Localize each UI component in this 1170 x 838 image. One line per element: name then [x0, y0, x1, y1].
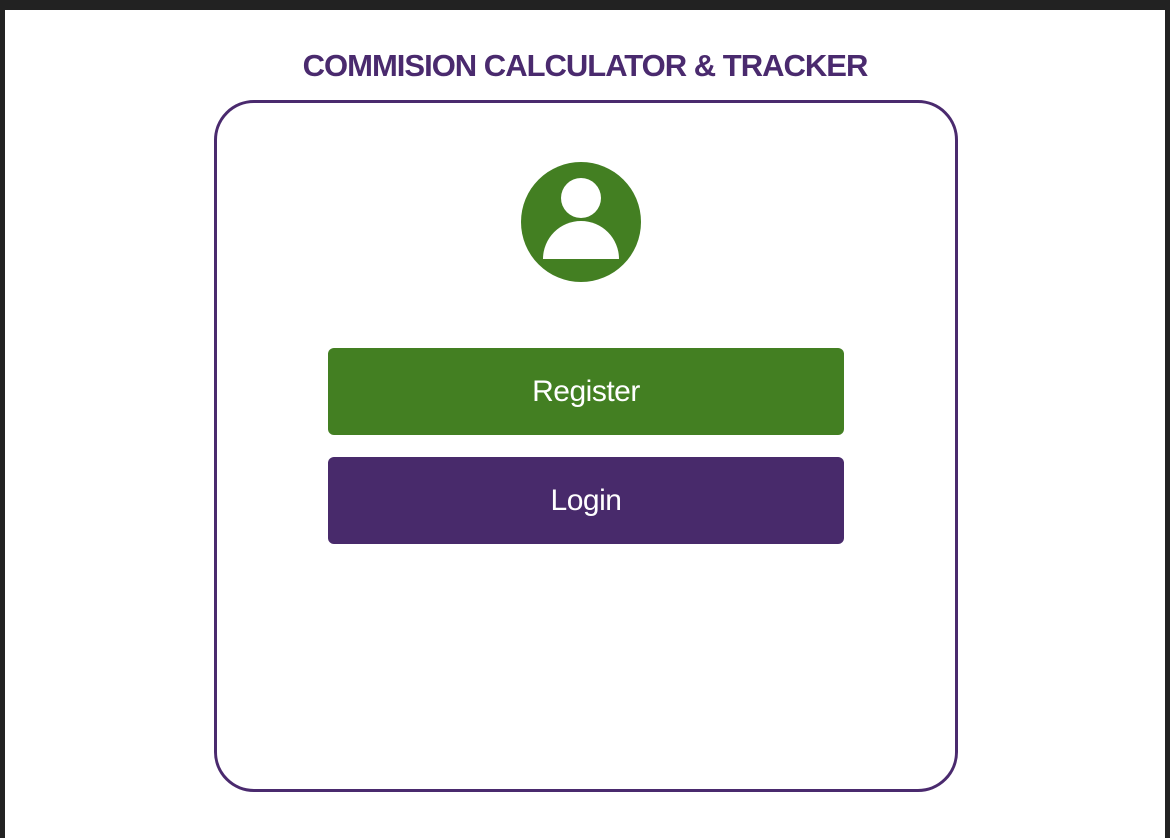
login-button[interactable]: Login — [328, 457, 844, 544]
auth-card: Register Login — [214, 100, 958, 792]
page-title: COMMISION CALCULATOR & TRACKER — [302, 48, 869, 83]
page-viewport: COMMISION CALCULATOR & TRACKER Register … — [5, 10, 1165, 838]
avatar — [521, 162, 641, 282]
user-icon — [521, 162, 641, 282]
register-button[interactable]: Register — [328, 348, 844, 435]
